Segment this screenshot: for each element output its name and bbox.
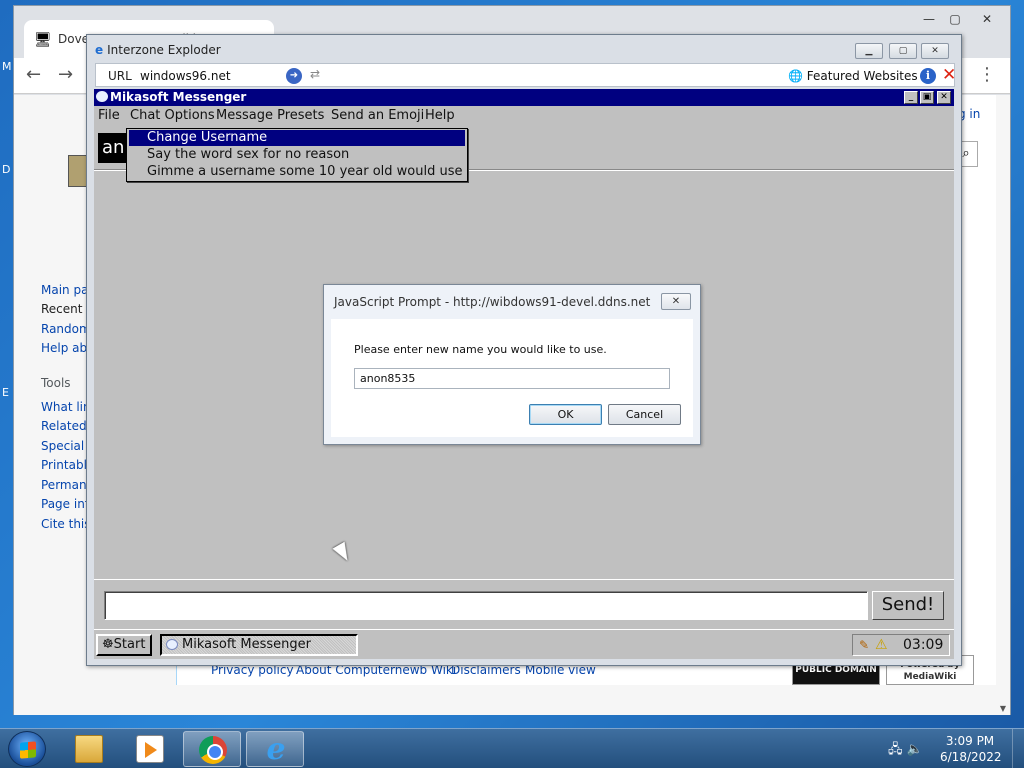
scroll-down-icon[interactable]: ▼ <box>1000 704 1006 713</box>
prompt-title: JavaScript Prompt - http://wibdows91-dev… <box>334 295 651 309</box>
taskbar-chrome[interactable] <box>183 731 241 767</box>
prompt-name-input[interactable]: anon8535 <box>354 368 670 389</box>
volume-icon[interactable]: 🔈 <box>907 742 923 757</box>
menu-send-emoji[interactable]: Send an Emoji <box>331 108 424 123</box>
message-input[interactable] <box>104 591 868 620</box>
menu-file[interactable]: File <box>98 108 120 123</box>
menu-help[interactable]: Help <box>425 108 455 123</box>
windows-logo-icon <box>20 741 36 759</box>
chat-bubble-icon <box>166 639 178 650</box>
prompt-body: Please enter new name you would like to … <box>331 319 693 437</box>
iz-maximize-button[interactable]: ▢ <box>889 43 917 59</box>
featured-websites-label: Featured Websites <box>806 69 918 83</box>
ok-button[interactable]: OK <box>529 404 602 425</box>
tray-icons: 🖧 🔈 <box>888 740 923 762</box>
prompt-close-button[interactable]: ✕ <box>661 293 691 310</box>
menu-chat-options[interactable]: Chat Options <box>130 108 215 123</box>
clock-time: 3:09 PM <box>945 734 995 748</box>
tools-link[interactable]: Page inf <box>41 497 89 511</box>
start-label: Start <box>113 637 146 652</box>
chrome-minimize-button[interactable]: — <box>916 10 942 28</box>
iz-minimize-button[interactable]: ▁ <box>855 43 883 59</box>
internet-explorer-icon: e <box>95 43 104 57</box>
forward-icon[interactable]: → <box>58 64 73 85</box>
chat-options-dropdown: Change Username Say the word sex for no … <box>126 128 468 182</box>
cancel-button[interactable]: Cancel <box>608 404 681 425</box>
iz-address-bar: URL windows96.net ➜ ⇄ 🌐 Featured Website… <box>95 63 956 87</box>
show-desktop-button[interactable] <box>1012 729 1024 768</box>
chrome-close-button[interactable]: ✕ <box>974 10 1000 28</box>
info-icon[interactable]: i <box>920 68 936 84</box>
tools-header: Tools <box>41 376 71 390</box>
kid-username-item[interactable]: Gimme a username some 10 year old would … <box>129 164 465 180</box>
network-icon[interactable]: 🖧 <box>888 742 903 757</box>
messenger-clock: 03:09 <box>903 637 944 653</box>
change-username-item[interactable]: Change Username <box>129 130 465 146</box>
refresh-icon[interactable]: ⇄ <box>310 67 320 81</box>
say-word-item[interactable]: Say the word sex for no reason <box>129 147 465 163</box>
chrome-maximize-button[interactable]: ▢ <box>942 10 968 28</box>
messenger-minimize-button[interactable]: _ <box>904 91 918 104</box>
tools-link[interactable]: Related <box>41 419 87 433</box>
desktop-edge-label: D <box>2 163 11 176</box>
prompt-message: Please enter new name you would like to … <box>354 343 607 356</box>
chrome-menu-icon[interactable]: ⋮ <box>978 64 996 85</box>
tools-link[interactable]: Cite this <box>41 517 91 531</box>
sidebar-link[interactable]: Random <box>41 322 91 336</box>
messenger-taskbar: ☸Start Mikasoft Messenger ✎ ⚠ 03:09 <box>94 629 954 659</box>
clock-date: 6/18/2022 <box>940 750 1002 764</box>
chrome-icon <box>199 736 227 764</box>
system-clock[interactable]: 3:09 PM 6/18/2022 <box>940 733 1002 765</box>
iz-close-button[interactable]: ✕ <box>921 43 949 59</box>
messenger-title: Mikasoft Messenger <box>110 90 247 104</box>
pencil-icon[interactable]: ✎ <box>859 635 869 655</box>
send-button[interactable]: Send! <box>872 591 944 620</box>
messenger-menubar: File Chat Options Message Presets Send a… <box>94 106 954 126</box>
task-label: Mikasoft Messenger <box>182 637 311 652</box>
menu-message-presets[interactable]: Message Presets <box>216 108 324 123</box>
featured-websites-menu[interactable]: 🌐 Featured Websites ▾ <box>788 69 927 83</box>
taskbar-internet-explorer[interactable]: e <box>246 731 304 767</box>
desktop: M D E 🖥 Dove Computers - Wiki — ▢ ✕ ← → … <box>0 0 1024 728</box>
windows-taskbar: e 🖧 🔈 3:09 PM 6/18/2022 <box>0 728 1024 768</box>
go-arrow-icon[interactable]: ➜ <box>286 68 302 84</box>
messenger-titlebar: Mikasoft Messenger <box>94 89 954 106</box>
folder-icon <box>75 735 103 763</box>
internet-explorer-icon: e <box>266 732 286 767</box>
back-icon[interactable]: ← <box>26 64 41 85</box>
interzone-title: e Interzone Exploder <box>95 43 221 63</box>
messenger-task-button[interactable]: Mikasoft Messenger <box>160 634 358 656</box>
url-input[interactable]: windows96.net <box>140 69 231 83</box>
message-input-row: Send! <box>94 579 954 625</box>
taskbar-explorer[interactable] <box>60 731 118 767</box>
messenger-tray: ✎ ⚠ 03:09 <box>852 634 950 656</box>
windows-start-button[interactable] <box>8 731 46 767</box>
stop-icon[interactable]: ✕ <box>942 65 956 85</box>
desktop-edge-label: E <box>2 386 9 399</box>
chat-bubble-icon <box>96 91 108 102</box>
media-player-icon <box>136 735 164 763</box>
url-label: URL <box>108 69 132 83</box>
taskbar-media-player[interactable] <box>121 731 179 767</box>
wiki-favicon-icon: 🖥 <box>34 32 52 48</box>
messenger-close-button[interactable]: ✕ <box>937 91 951 104</box>
javascript-prompt-dialog: JavaScript Prompt - http://wibdows91-dev… <box>323 284 701 445</box>
interzone-title-text: Interzone Exploder <box>107 43 221 57</box>
messenger-maximize-button[interactable]: ▣ <box>920 91 934 104</box>
desktop-edge-label: M <box>2 60 12 73</box>
start-button[interactable]: ☸Start <box>96 634 152 656</box>
warning-icon[interactable]: ⚠ <box>875 635 888 655</box>
